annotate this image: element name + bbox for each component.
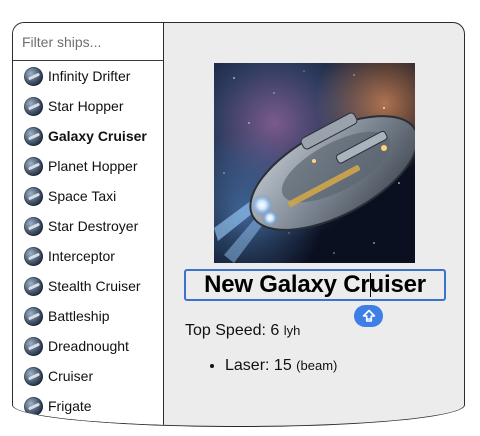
ship-item-space-taxi[interactable]: Space Taxi [13, 181, 163, 211]
ship-thumbnail-icon [24, 96, 43, 116]
ship-item-frigate[interactable]: Frigate [13, 391, 163, 421]
ship-item-star-hopper[interactable]: Star Hopper [13, 91, 163, 121]
weapon-unit: (beam) [296, 358, 338, 373]
ship-thumbnail-icon [24, 336, 43, 356]
ship-thumbnail-icon [24, 396, 43, 416]
ship-item-galaxy-cruiser[interactable]: Galaxy Cruiser [13, 121, 163, 151]
ship-name: Cruiser [48, 368, 94, 384]
weapon-label: Laser: [225, 357, 274, 374]
ship-thumbnail-icon [24, 186, 43, 206]
ship-name: Star Hopper [48, 98, 124, 114]
ship-thumbnail-icon [24, 66, 43, 86]
ship-name: Interceptor [48, 248, 115, 264]
ship-name: Frigate [48, 398, 92, 414]
ship-thumbnail-icon [24, 156, 43, 176]
ship-thumbnail-icon [24, 216, 43, 236]
ship-thumbnail-icon [24, 246, 43, 266]
ship-item-interceptor[interactable]: Interceptor [13, 241, 163, 271]
shift-arrow-icon [362, 309, 375, 322]
top-speed-label: Top Speed: [185, 322, 271, 339]
ship-item-star-destroyer[interactable]: Star Destroyer [13, 211, 163, 241]
spaceship-illustration-icon [214, 63, 415, 263]
ship-name: Stealth Cruiser [48, 278, 141, 294]
ship-name: Space Taxi [48, 188, 117, 204]
ship-item-battleship[interactable]: Battleship [13, 301, 163, 331]
top-speed: Top Speed: 6 lyh [185, 322, 300, 340]
ship-name: Galaxy Cruiser [48, 128, 147, 144]
top-speed-value: 6 [270, 322, 280, 339]
ship-name: Star Destroyer [48, 218, 139, 234]
ship-name-input[interactable]: New Galaxy Cruiser [184, 269, 446, 301]
shift-arrow-button[interactable] [354, 305, 383, 327]
filter-bar [13, 23, 163, 61]
ship-item-cruiser[interactable]: Cruiser [13, 361, 163, 391]
ship-name: Infinity Drifter [48, 68, 131, 84]
weapons-list: Laser: 15 (beam) [185, 357, 337, 375]
ship-thumbnail-icon [24, 276, 43, 296]
ship-sidebar: Infinity Drifter Star Hopper Galaxy Crui… [13, 23, 164, 426]
weapon-item: Laser: 15 (beam) [225, 357, 337, 375]
ship-detail-panel: New Galaxy Cruiser Top Speed: 6 lyh Lase… [164, 23, 464, 426]
ship-name: Planet Hopper [48, 158, 138, 174]
ship-item-stealth-cruiser[interactable]: Stealth Cruiser [13, 271, 163, 301]
weapon-value: 15 [273, 357, 292, 374]
ship-name: Battleship [48, 308, 110, 324]
text-caret [370, 273, 371, 297]
ship-item-infinity-drifter[interactable]: Infinity Drifter [13, 61, 163, 91]
top-speed-unit: lyh [283, 323, 301, 338]
ship-list: Infinity Drifter Star Hopper Galaxy Crui… [13, 61, 163, 421]
ship-thumbnail-icon [24, 126, 43, 146]
ship-thumbnail-icon [24, 306, 43, 326]
ship-name: Dreadnought [48, 338, 129, 354]
filter-input[interactable] [22, 33, 152, 50]
app-window: Infinity Drifter Star Hopper Galaxy Crui… [12, 22, 465, 427]
ship-thumbnail-icon [24, 366, 43, 386]
ship-item-dreadnought[interactable]: Dreadnought [13, 331, 163, 361]
ship-name-value: New Galaxy Cruiser [204, 271, 426, 298]
spaceship-image [214, 63, 415, 263]
ship-item-planet-hopper[interactable]: Planet Hopper [13, 151, 163, 181]
